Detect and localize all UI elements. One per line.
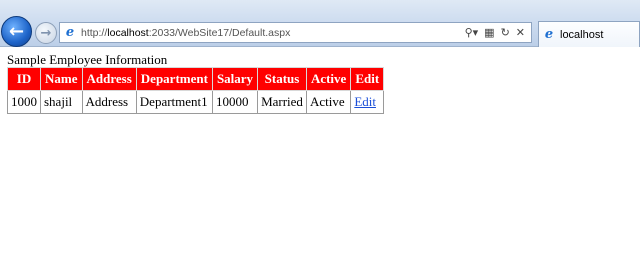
cell-salary: 10000 xyxy=(211,90,259,114)
back-button[interactable]: ← xyxy=(1,16,32,47)
column-header-salary: Salary xyxy=(211,67,259,91)
cell-department: Department1 xyxy=(135,90,213,114)
stop-icon[interactable]: ✕ xyxy=(516,26,525,39)
page-content: Sample Employee Information ID Name Addr… xyxy=(7,52,385,114)
back-arrow-icon: ← xyxy=(8,21,25,42)
column-header-department: Department xyxy=(135,67,213,91)
tab-localhost[interactable]: e localhost xyxy=(538,21,640,47)
employee-table: ID Name Address Department Salary Status… xyxy=(7,67,385,114)
table-header-row: ID Name Address Department Salary Status… xyxy=(7,67,385,91)
ie-page-icon: e xyxy=(65,25,75,40)
cell-active: Active xyxy=(305,90,352,114)
column-header-edit: Edit xyxy=(350,67,385,91)
cell-id: 1000 xyxy=(7,90,41,114)
refresh-icon[interactable]: ↻ xyxy=(501,26,510,39)
edit-link[interactable]: Edit xyxy=(354,94,376,109)
url-text[interactable]: http://localhost:2033/WebSite17/Default.… xyxy=(81,27,290,39)
cell-name: shajil xyxy=(40,90,83,114)
tab-title: localhost xyxy=(560,28,604,41)
cell-address: Address xyxy=(81,90,137,114)
cell-edit: Edit xyxy=(350,90,385,114)
address-tools: ⚲▾ ▦ ↻ ✕ xyxy=(465,26,531,39)
page-caption: Sample Employee Information xyxy=(7,52,168,67)
forward-arrow-icon: → xyxy=(40,25,52,41)
forward-button[interactable]: → xyxy=(35,22,57,44)
search-icon[interactable]: ⚲▾ xyxy=(465,26,479,39)
column-header-active: Active xyxy=(305,67,352,91)
table-row: 1000 shajil Address Department1 10000 Ma… xyxy=(7,90,385,114)
column-header-id: ID xyxy=(7,67,41,91)
column-header-address: Address xyxy=(81,67,137,91)
column-header-name: Name xyxy=(40,67,83,91)
column-header-status: Status xyxy=(257,67,307,91)
browser-toolbar: ← → e http://localhost:2033/WebSite17/De… xyxy=(0,0,640,47)
ie-tab-icon: e xyxy=(544,27,554,42)
compatibility-view-icon[interactable]: ▦ xyxy=(484,26,494,39)
cell-status: Married xyxy=(257,90,307,114)
address-bar[interactable]: e http://localhost:2033/WebSite17/Defaul… xyxy=(59,22,532,43)
